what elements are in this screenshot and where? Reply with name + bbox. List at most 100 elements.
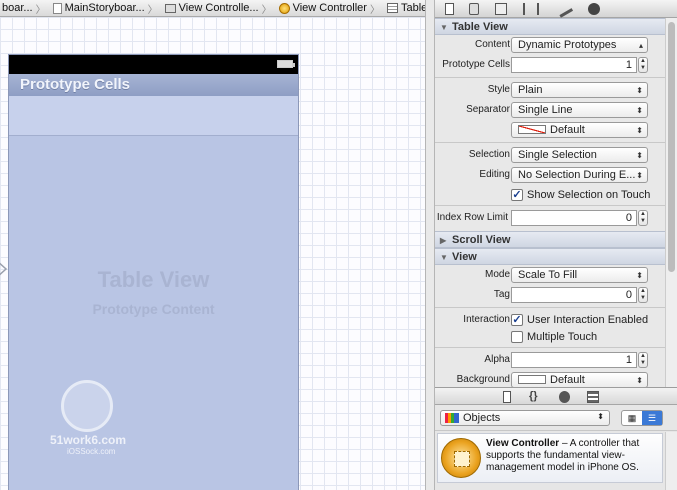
pane-splitter[interactable] [425, 0, 435, 490]
row-prototype-cells: Prototype Cells 1 ▲ ▼ [435, 55, 665, 75]
breadcrumb-separator-icon: 〉 [261, 4, 272, 16]
prototype-cells-stepper[interactable]: ▲ ▼ [638, 57, 648, 73]
library-view-toggle[interactable]: ▦ ☰ [621, 410, 663, 426]
field-label: Tag [493, 289, 510, 300]
prototype-cells-header: Prototype Cells [9, 74, 298, 96]
mode-popup[interactable]: Scale To Fill ⬍ [511, 267, 648, 283]
separator-color-popup[interactable]: Default ⬍ [511, 122, 648, 138]
popup-value: Single Line [518, 104, 573, 116]
divider [435, 205, 665, 206]
storyboard-canvas[interactable]: Prototype Cells Table View Prototype Con… [0, 17, 433, 490]
field-label: Prototype Cells [442, 59, 510, 70]
content-popup[interactable]: Dynamic Prototypes ▴ [511, 37, 648, 53]
view-controller-icon [278, 2, 290, 14]
index-row-limit-field[interactable]: 0 [511, 210, 637, 226]
row-show-selection: ✓ Show Selection on Touch [435, 185, 665, 203]
section-table-view[interactable]: ▼ Table View [435, 18, 665, 35]
row-style: Style Plain ⬍ [435, 80, 665, 100]
attributes-inspector-icon[interactable] [523, 3, 539, 15]
inspector-content: ▼ Table View Content Dynamic Prototypes ▴ … [435, 18, 665, 387]
breadcrumb-storyboard-folder[interactable]: boar... 〉 [0, 1, 51, 16]
list-view-toggle-icon[interactable]: ☰ [642, 411, 662, 425]
breadcrumb-separator-icon: 〉 [35, 4, 46, 16]
divider [435, 307, 665, 308]
user-interaction-checkbox[interactable]: ✓ [511, 314, 523, 326]
watermark-text-secondary: iOSSock.com [67, 447, 116, 456]
background-popup[interactable]: Default ⬍ [511, 372, 648, 387]
separator-popup[interactable]: Single Line ⬍ [511, 102, 648, 118]
editing-popup[interactable]: No Selection During E... ⬍ [511, 167, 648, 183]
row-background: Background Default ⬍ [435, 370, 665, 387]
style-popup[interactable]: Plain ⬍ [511, 82, 648, 98]
connections-inspector-icon[interactable] [588, 3, 600, 15]
library-tabs: {} [435, 388, 677, 405]
alpha-field[interactable]: 1 [511, 352, 637, 368]
divider [435, 77, 665, 78]
view-controller-icon [441, 438, 481, 478]
checkbox-label: Multiple Touch [527, 331, 598, 343]
index-row-limit-stepper[interactable]: ▲ ▼ [638, 210, 648, 226]
disclosure-closed-icon: ▶ [440, 236, 447, 245]
jump-bar[interactable]: boar... 〉 MainStoryboar... 〉 View Contro… [0, 0, 433, 17]
section-scroll-view[interactable]: ▶ Scroll View [435, 231, 665, 248]
row-separator-color: Default ⬍ [435, 120, 665, 140]
color-swatch-icon [518, 375, 546, 384]
breadcrumb-label: View Controller [292, 2, 367, 14]
field-label: Style [487, 84, 510, 95]
disclosure-open-icon: ▼ [440, 253, 448, 262]
inspector-scrollbar[interactable] [665, 18, 677, 387]
breadcrumb-label: View Controlle... [178, 2, 259, 14]
table-view-scene[interactable]: Prototype Cells Table View Prototype Con… [8, 54, 299, 490]
row-index-row-limit: Index Row Limit 0 ▲ ▼ [435, 208, 665, 228]
object-library: {} Objects ⬍ ▦ ☰ View Controller – A con… [435, 387, 677, 490]
popup-arrows-icon: ⬍ [636, 126, 643, 135]
row-mode: Mode Scale To Fill ⬍ [435, 265, 665, 285]
view-controller-scene-icon [164, 3, 176, 13]
library-item-view-controller[interactable]: View Controller – A controller that supp… [437, 433, 663, 483]
breadcrumb-view-controller[interactable]: View Controller 〉 [277, 1, 385, 16]
media-library-icon[interactable] [587, 391, 599, 403]
field-label: Index Row Limit [436, 212, 508, 223]
icon-view-toggle-icon[interactable]: ▦ [622, 411, 642, 425]
field-label: Mode [484, 269, 510, 280]
selection-popup[interactable]: Single Selection ⬍ [511, 147, 648, 163]
scrollbar-thumb[interactable] [668, 22, 675, 272]
disclosure-open-icon: ▼ [440, 23, 448, 32]
show-selection-checkbox[interactable]: ✓ [511, 189, 523, 201]
code-snippet-library-icon[interactable]: {} [529, 390, 538, 402]
file-inspector-icon[interactable] [445, 3, 454, 15]
popup-value: Objects [463, 412, 501, 424]
file-template-library-icon[interactable] [503, 391, 511, 403]
popup-arrows-icon: ⬍ [636, 376, 643, 385]
tag-stepper[interactable]: ▲ ▼ [638, 287, 648, 303]
prototype-cells-field[interactable]: 1 [511, 57, 637, 73]
breadcrumb-label: MainStoryboar... [64, 2, 145, 14]
tag-field[interactable]: 0 [511, 287, 637, 303]
quick-help-icon[interactable] [469, 3, 479, 15]
section-view[interactable]: ▼ View [435, 248, 665, 265]
breadcrumb-view-controller-scene[interactable]: View Controlle... 〉 [163, 1, 277, 16]
prototype-cell[interactable] [9, 96, 298, 136]
popup-arrows-icon: ⬍ [636, 151, 643, 160]
row-selection: Selection Single Selection ⬍ [435, 145, 665, 165]
library-item-title: View Controller [486, 438, 560, 449]
library-filter-bar: Objects ⬍ ▦ ☰ [435, 405, 677, 431]
row-content: Content Dynamic Prototypes ▴ [435, 35, 665, 55]
object-library-icon[interactable] [559, 391, 570, 403]
section-title: View [452, 251, 477, 263]
multiple-touch-checkbox[interactable] [511, 331, 523, 343]
popup-value: Default [550, 374, 585, 386]
alpha-stepper[interactable]: ▲ ▼ [638, 352, 648, 368]
size-inspector-icon[interactable] [554, 0, 574, 18]
storyboard-file-icon [52, 2, 62, 14]
library-scrollbar[interactable] [665, 432, 677, 490]
section-title: Scroll View [452, 234, 511, 246]
color-swatch-icon [518, 125, 546, 134]
library-item-text: View Controller – A controller that supp… [486, 438, 658, 474]
objects-popup[interactable]: Objects ⬍ [440, 410, 610, 426]
field-label: Background [456, 374, 510, 385]
popup-arrows-icon: ⬍ [597, 412, 604, 421]
row-multiple-touch: Multiple Touch [435, 327, 665, 345]
identity-inspector-icon[interactable] [495, 3, 507, 15]
breadcrumb-main-storyboard[interactable]: MainStoryboar... 〉 [51, 1, 163, 16]
